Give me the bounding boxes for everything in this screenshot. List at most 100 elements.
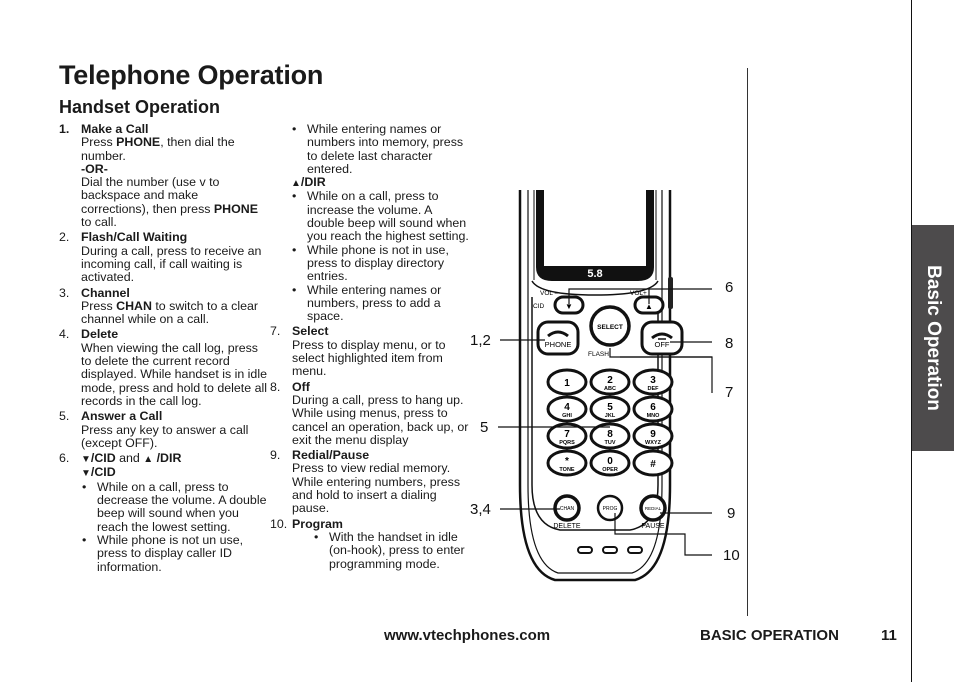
key-3[interactable]: 3DEF (632, 368, 674, 396)
key-9[interactable]: 9WXYZ (632, 422, 674, 450)
item-number: 7. (270, 324, 281, 339)
chan-button[interactable]: CHAN (553, 494, 581, 522)
flash-label: FLASH (588, 351, 609, 358)
key-0[interactable]: 0OPER (589, 449, 631, 477)
key-letters: TUV (605, 440, 616, 446)
svg-text:OFF: OFF (655, 340, 670, 349)
key-digit: 2 (607, 375, 613, 386)
item-make-a-call: 1. Make a Call Press PHONE, then dial th… (59, 122, 269, 229)
page-title: Telephone Operation (59, 60, 324, 90)
bullet-item: While phone is not in use, press to disp… (291, 243, 470, 284)
item-off: 8. Off During a call, press to hang up. … (270, 379, 470, 447)
key-digit: 1 (564, 378, 570, 389)
callout-6: 6 (725, 279, 734, 296)
svg-text:CHAN: CHAN (560, 506, 575, 512)
bullet-item: While phone is not un use, press to disp… (81, 533, 269, 574)
instructions-column-2: While entering names or numbers into mem… (270, 122, 470, 572)
item-number: 3. (59, 285, 70, 300)
cid-bullet-list: While on a call, press to decrease the v… (81, 480, 269, 574)
phone-button[interactable]: PHONE (536, 320, 580, 356)
bullet-item: While on a call, press to decrease the v… (81, 480, 269, 534)
item-number: 9. (270, 448, 281, 463)
callout-3-4: 3,4 (470, 501, 491, 518)
item-heading: Program (292, 516, 343, 531)
page-number: 11 (881, 627, 897, 644)
brand-badge: 5.8 (587, 268, 602, 280)
key-letters: TONE (559, 467, 575, 473)
redial-button[interactable]: REDIAL (639, 494, 667, 522)
item-text: During a call, press to receive an incom… (81, 243, 262, 285)
item-text: Press CHAN to switch to a clear channel … (81, 298, 258, 327)
item-heading: Delete (81, 327, 119, 342)
key-letters: DEF (648, 386, 660, 392)
item-text: During a call, press to hang up. While u… (292, 392, 469, 447)
item-delete: 4. Delete When viewing the call log, pre… (59, 328, 269, 408)
key-digit: # (650, 459, 656, 470)
or-separator: -OR- (81, 161, 108, 176)
item-number: 8. (270, 379, 281, 394)
callout-9: 9 (727, 505, 736, 522)
callout-7: 7 (725, 384, 734, 401)
key-1[interactable]: 1 (546, 368, 588, 396)
key-5[interactable]: 5JKL (589, 395, 631, 423)
dir-bullet-list: While on a call, press to increase the v… (270, 190, 470, 323)
key-letters: MNO (647, 413, 661, 419)
item-text: When viewing the call log, press to dele… (81, 340, 267, 408)
key-letters: ABC (604, 386, 616, 392)
item-number: 6. (59, 451, 70, 466)
item-heading: Flash/Call Waiting (81, 230, 188, 245)
footer-section: BASIC OPERATION (700, 627, 839, 644)
screen (544, 190, 646, 266)
key-digit: 5 (607, 402, 613, 413)
program-bullet-list: With the handset in idle (on-hook), pres… (292, 530, 470, 571)
key-6[interactable]: 6MNO (632, 395, 674, 423)
item-heading: ▼/CID and ▲ /DIR (81, 451, 182, 466)
cid-bullet-list-continued: While entering names or numbers into mem… (270, 122, 470, 176)
cid-label: CID (533, 303, 545, 310)
item-channel: 3. Channel Press CHAN to switch to a cle… (59, 285, 269, 327)
key-digit: 0 (607, 456, 613, 467)
item-answer-a-call: 5. Answer a Call Press any key to answer… (59, 409, 269, 450)
item-text: Press to view redial memory. While enter… (292, 461, 461, 516)
item-text: Press to display menu, or to select high… (292, 337, 446, 379)
bullet-item: While entering names or numbers into mem… (291, 122, 470, 176)
item-number: 5. (59, 409, 70, 424)
side-button (668, 277, 673, 309)
footer-url[interactable]: www.vtechphones.com (384, 627, 550, 644)
item-number: 2. (59, 230, 70, 245)
svg-text:SELECT: SELECT (597, 324, 623, 331)
item-flash-call-waiting: 2. Flash/Call Waiting During a call, pre… (59, 231, 269, 284)
key-digit: 7 (564, 429, 570, 440)
callout-8: 8 (725, 335, 734, 352)
side-tab-basic-operation[interactable]: Basic Operation (912, 225, 954, 451)
side-tab-label: Basic Operation (923, 265, 944, 411)
pause-label: PAUSE (641, 523, 665, 530)
item-program: 10. Program With the handset in idle (on… (270, 516, 470, 571)
section-title: Handset Operation (59, 97, 221, 117)
item-number: 10. (270, 516, 288, 531)
item-heading: Answer a Call (81, 409, 163, 424)
key-digit: 8 (607, 429, 613, 440)
key-8[interactable]: 8TUV (589, 422, 631, 450)
item-number: 4. (59, 327, 70, 342)
key-digit: 4 (564, 402, 570, 413)
key-letters: PQRS (559, 440, 575, 446)
key-2[interactable]: 2ABC (589, 368, 631, 396)
off-button[interactable]: OFF (640, 320, 684, 356)
callout-10: 10 (723, 547, 740, 564)
prog-button[interactable]: PROG (596, 494, 624, 522)
microphone-slot (577, 546, 593, 554)
key-7[interactable]: 7PQRS (546, 422, 588, 450)
key-letters: OPER (602, 467, 618, 473)
item-heading: Make a Call (81, 122, 149, 136)
select-button[interactable]: SELECT (589, 305, 631, 347)
item-heading: Redial/Pause (292, 448, 370, 463)
dir-subheading: ▲/DIR (291, 175, 326, 190)
key-4[interactable]: 4GHI (546, 395, 588, 423)
bullet-item: While on a call, press to increase the v… (291, 190, 470, 243)
item-heading: Off (292, 379, 310, 394)
key-hash[interactable]: # (632, 449, 674, 477)
item-text: Press PHONE, then dial the number. (81, 135, 235, 163)
key-digit: 9 (650, 429, 656, 440)
key-star[interactable]: *TONE (546, 449, 588, 477)
